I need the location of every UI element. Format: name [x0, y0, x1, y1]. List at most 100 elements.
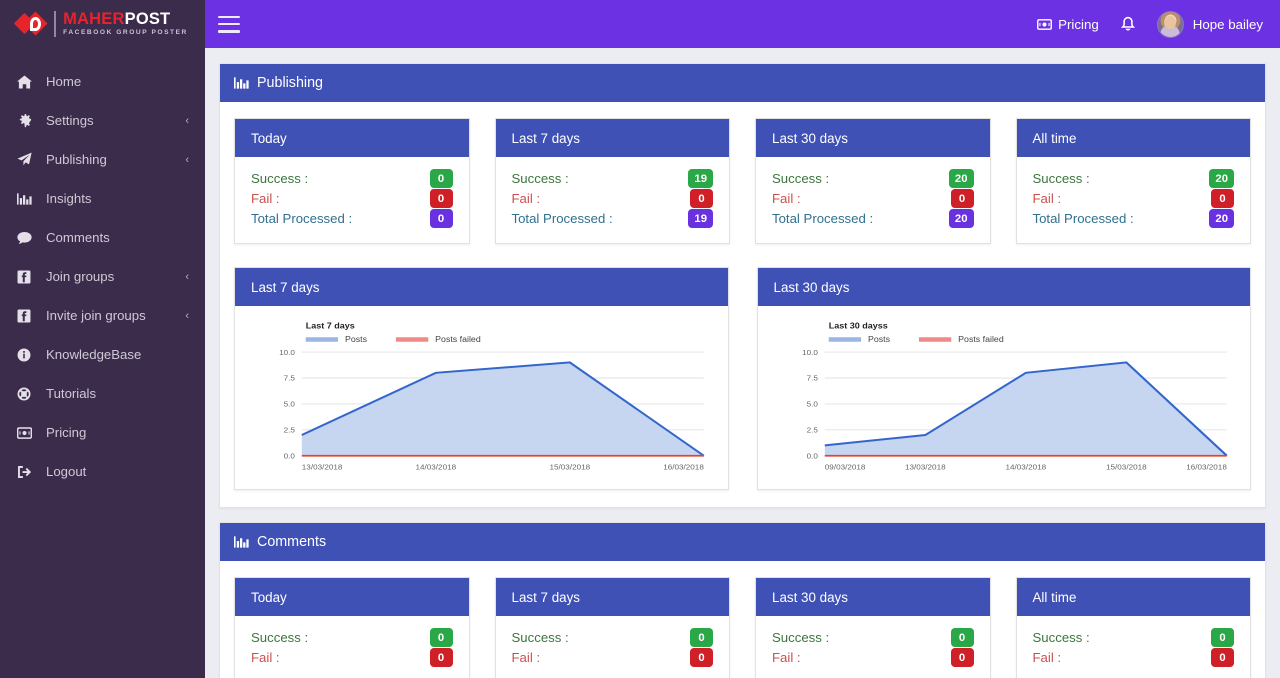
sign-out-icon: [17, 465, 37, 479]
chevron-left-icon: ‹: [185, 154, 189, 166]
chart-bar-icon: [17, 192, 37, 206]
sidebar-item-settings[interactable]: Settings‹: [0, 101, 205, 140]
chevron-left-icon: ‹: [185, 271, 189, 283]
success-label: Success :: [1033, 630, 1090, 645]
publishing-panel-header: Publishing: [220, 64, 1265, 102]
total-badge: 20: [1209, 209, 1234, 228]
main-area: Pricing Hope bailey: [205, 0, 1280, 678]
stat-card: Last 30 daysSuccess :20Fail :0Total Proc…: [755, 118, 991, 244]
publishing-stat-cards: TodaySuccess :0Fail :0Total Processed :0…: [234, 118, 1251, 244]
stat-card-header: All time: [1017, 119, 1251, 157]
stat-row-fail: Fail :0: [1033, 648, 1235, 667]
stat-row-fail: Fail :0: [1033, 189, 1235, 208]
chart-plot-area: 0.02.55.07.510.013/03/201814/03/201815/0…: [235, 306, 728, 489]
content-scroll: Publishing TodaySuccess :0Fail :0Total P…: [205, 48, 1280, 678]
svg-text:Last 7 days: Last 7 days: [306, 321, 355, 331]
sidebar-item-insights[interactable]: Insights: [0, 179, 205, 218]
sidebar-item-join-groups[interactable]: Join groups‹: [0, 257, 205, 296]
life-ring-icon: [17, 387, 37, 401]
success-badge: 20: [949, 169, 974, 188]
paper-plane-icon: [17, 152, 37, 167]
svg-text:2.5: 2.5: [806, 426, 818, 435]
total-badge: 19: [688, 209, 713, 228]
sidebar-item-label: Insights: [46, 191, 189, 206]
svg-text:0.0: 0.0: [284, 452, 296, 461]
fail-label: Fail :: [512, 650, 541, 665]
stat-row-fail: Fail : 0: [512, 189, 714, 208]
stat-row-success: Success : 0: [772, 628, 974, 647]
sidebar-item-pricing[interactable]: Pricing: [0, 413, 205, 452]
total-label: Total Processed :: [512, 211, 613, 226]
fail-badge: 0: [430, 189, 453, 208]
chevron-left-icon: ‹: [185, 115, 189, 127]
sidebar-item-home[interactable]: Home: [0, 62, 205, 101]
comments-panel-header: Comments: [220, 523, 1265, 561]
brand-name-primary: MAHER: [63, 10, 125, 28]
sidebar-item-comments[interactable]: Comments: [0, 218, 205, 257]
svg-text:2.5: 2.5: [284, 426, 296, 435]
topbar-pricing-link[interactable]: Pricing: [1037, 17, 1099, 32]
stat-row-fail: Fail :0: [251, 189, 453, 208]
sidebar-item-logout[interactable]: Logout: [0, 452, 205, 491]
chart-card: Last 7 days0.02.55.07.510.013/03/201814/…: [234, 267, 729, 490]
success-label: Success :: [512, 630, 569, 645]
sidebar-item-label: Settings: [46, 113, 185, 128]
sidebar-item-label: Home: [46, 74, 189, 89]
logo-divider: [54, 11, 56, 37]
notifications-bell-icon[interactable]: [1120, 16, 1136, 33]
stat-card-header: Last 7 days: [496, 578, 730, 616]
money-icon: [1037, 17, 1052, 32]
total-label: Total Processed :: [772, 211, 873, 226]
chart-card-title: Last 30 days: [774, 280, 850, 295]
stat-row-fail: Fail :0: [512, 648, 714, 667]
stat-card: All timeSuccess :0Fail :0: [1016, 577, 1252, 678]
total-badge: 0: [430, 209, 453, 228]
chart-plot-area: 0.02.55.07.510.009/03/201813/03/201814/0…: [758, 306, 1251, 489]
stat-card-title: Last 7 days: [512, 131, 580, 146]
stat-card-header: Last 30 days: [756, 119, 990, 157]
brand-tagline: FACEBOOK GROUP POSTER: [63, 30, 188, 37]
brand-logo[interactable]: MAHERPOST FACEBOOK GROUP POSTER: [0, 0, 205, 48]
success-label: Success :: [1033, 171, 1090, 186]
comments-panel: Comments TodaySuccess :0Fail :0Last 7 da…: [219, 522, 1266, 678]
stat-card: Last 7 days Success : 0Fail :0: [495, 577, 731, 678]
comments-stat-cards: TodaySuccess :0Fail :0Last 7 daysSuccess…: [234, 577, 1251, 678]
success-label: Success :: [251, 630, 308, 645]
fail-badge: 0: [690, 189, 713, 208]
fail-label: Fail :: [512, 191, 541, 206]
stat-card: All timeSuccess :20Fail :0Total Processe…: [1016, 118, 1252, 244]
success-label: Success :: [251, 171, 308, 186]
stat-row-success: Success :0: [1033, 628, 1235, 647]
fail-label: Fail :: [1033, 650, 1062, 665]
svg-text:Posts: Posts: [867, 334, 889, 344]
svg-text:16/03/2018: 16/03/2018: [663, 463, 704, 472]
sidebar-nav: HomeSettings‹Publishing‹InsightsComments…: [0, 48, 205, 491]
success-badge: 0: [690, 628, 713, 647]
stat-row-success: Success : 0: [251, 628, 453, 647]
gear-icon: [17, 113, 37, 128]
stat-card-header: Last 7 days: [496, 119, 730, 157]
hamburger-icon[interactable]: [218, 16, 240, 33]
sidebar-item-tutorials[interactable]: Tutorials: [0, 374, 205, 413]
fail-badge: 0: [430, 648, 453, 667]
sidebar-item-invite-join-groups[interactable]: Invite join groups‹: [0, 296, 205, 335]
svg-text:15/03/2018: 15/03/2018: [1106, 463, 1147, 472]
svg-text:5.0: 5.0: [284, 400, 296, 409]
sidebar-item-publishing[interactable]: Publishing‹: [0, 140, 205, 179]
stat-row-success: Success :20: [772, 169, 974, 188]
user-menu[interactable]: Hope bailey: [1157, 11, 1263, 38]
chart-card-title: Last 7 days: [251, 280, 319, 295]
svg-text:Posts failed: Posts failed: [958, 334, 1004, 344]
svg-text:13/03/2018: 13/03/2018: [904, 463, 945, 472]
sidebar-item-knowledgebase[interactable]: KnowledgeBase: [0, 335, 205, 374]
stat-card-title: Last 30 days: [772, 590, 848, 605]
area-chart: 0.02.55.07.510.013/03/201814/03/201815/0…: [241, 316, 722, 481]
success-badge: 0: [430, 628, 453, 647]
stat-row-fail: Fail :0: [251, 648, 453, 667]
success-label: Success :: [772, 630, 829, 645]
chart-card-header: Last 30 days: [758, 268, 1251, 306]
stat-row-total: Total Processed : 20: [1033, 209, 1235, 228]
total-label: Total Processed :: [1033, 211, 1134, 226]
success-badge: 0: [951, 628, 974, 647]
success-badge: 20: [1209, 169, 1234, 188]
